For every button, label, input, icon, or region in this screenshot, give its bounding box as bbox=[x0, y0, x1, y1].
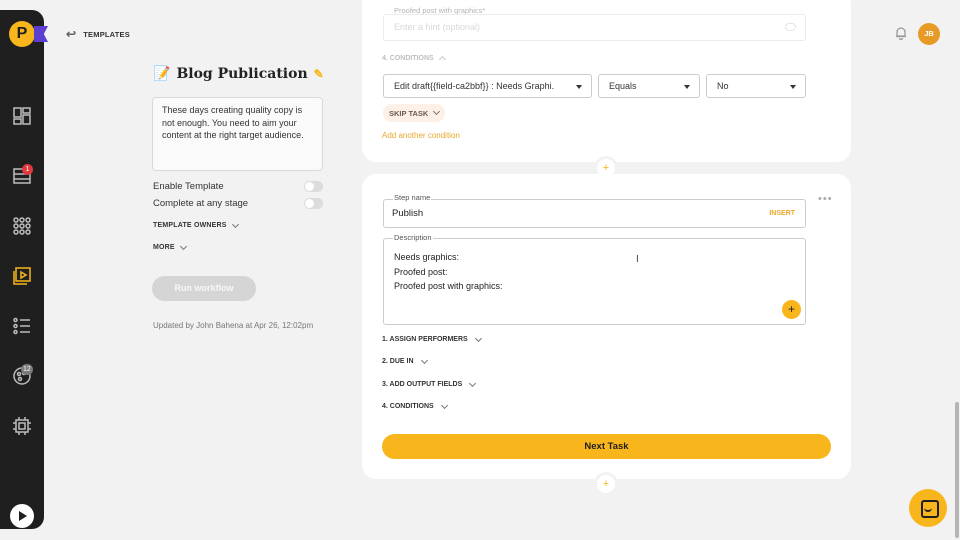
condition-operator-select[interactable]: Equals bbox=[598, 74, 700, 98]
step-name-label: Step name bbox=[393, 193, 432, 202]
template-owners-toggle[interactable]: TEMPLATE OWNERS bbox=[153, 220, 239, 229]
conditions-header[interactable]: 4. CONDITIONS bbox=[382, 54, 446, 64]
conditions-section[interactable]: 4. CONDITIONS bbox=[382, 401, 448, 410]
complete-any-stage-row: Complete at any stage bbox=[153, 198, 323, 209]
template-description-field[interactable]: These days creating quality copy is not … bbox=[152, 97, 323, 171]
assign-performers-section[interactable]: 1. ASSIGN PERFORMERS bbox=[382, 334, 482, 343]
updated-info: Updated by John Bahena at Apr 26, 12:02p… bbox=[153, 321, 314, 330]
templates-icon[interactable] bbox=[13, 267, 31, 285]
description-label: Description bbox=[393, 233, 433, 242]
chevron-up-icon bbox=[438, 55, 446, 64]
link-icon bbox=[785, 23, 796, 31]
description-line: Proofed post with graphics: bbox=[394, 281, 503, 291]
condition-field-select[interactable]: Edit draft{{field-ca2bbf}} : Needs Graph… bbox=[383, 74, 592, 98]
caret-down-icon bbox=[684, 85, 690, 89]
back-to-templates-link[interactable]: ↩ TEMPLATES bbox=[66, 27, 130, 41]
section-label: 2. DUE IN bbox=[382, 358, 414, 365]
condition-value-select[interactable]: No bbox=[706, 74, 806, 98]
back-label: TEMPLATES bbox=[83, 29, 130, 39]
play-icon[interactable] bbox=[10, 504, 34, 528]
hint-input[interactable]: Enter a hint (optional) bbox=[383, 14, 806, 41]
tasks-count-badge: 1 bbox=[22, 164, 33, 175]
enable-template-label: Enable Template bbox=[153, 181, 224, 192]
add-another-condition-link[interactable]: Add another condition bbox=[382, 131, 460, 140]
step-name-value: Publish bbox=[392, 208, 424, 219]
due-in-section[interactable]: 2. DUE IN bbox=[382, 356, 428, 365]
logo-flag-icon bbox=[34, 26, 48, 42]
checklist-icon[interactable] bbox=[13, 317, 31, 335]
back-arrow-icon: ↩ bbox=[66, 27, 77, 41]
description-line: Proofed post: bbox=[394, 266, 448, 277]
complete-any-stage-label: Complete at any stage bbox=[153, 198, 249, 209]
next-task-button[interactable]: Next Task bbox=[382, 434, 831, 459]
caret-down-icon bbox=[576, 85, 582, 89]
description-line: Needs graphics: bbox=[394, 252, 460, 262]
chevron-down-icon bbox=[474, 334, 482, 342]
chevron-down-icon bbox=[433, 107, 441, 116]
caret-down-icon bbox=[790, 85, 796, 89]
notifications-bell-icon[interactable] bbox=[894, 26, 908, 41]
integrations-chip-icon[interactable] bbox=[13, 417, 31, 435]
insert-field-plus-icon[interactable]: + bbox=[782, 300, 801, 319]
condition-field-value: Edit draft{{field-ca2bbf}} : Needs Graph… bbox=[394, 81, 555, 91]
text-cursor-icon: I bbox=[636, 254, 639, 265]
app-logo-icon[interactable]: P bbox=[9, 21, 35, 47]
chevron-down-icon bbox=[469, 379, 477, 387]
dashboard-icon[interactable] bbox=[13, 107, 31, 125]
skip-task-action[interactable]: SKIP TASK bbox=[383, 104, 446, 122]
chevron-down-icon bbox=[440, 401, 448, 409]
enable-template-row: Enable Template bbox=[153, 181, 323, 192]
insert-variable-button[interactable]: INSERT bbox=[769, 210, 795, 217]
step-name-input[interactable]: Publish INSERT bbox=[383, 199, 806, 228]
chevron-down-icon bbox=[420, 356, 428, 364]
edit-pencil-icon[interactable]: ✎ bbox=[314, 67, 324, 81]
page-scrollbar[interactable] bbox=[955, 402, 959, 538]
user-avatar[interactable]: JB bbox=[918, 23, 940, 45]
template-title-text: Blog Publication bbox=[176, 66, 308, 82]
workflows-grid-icon[interactable] bbox=[13, 217, 31, 235]
skip-task-label: SKIP TASK bbox=[389, 108, 429, 118]
more-toggle[interactable]: MORE bbox=[153, 242, 187, 251]
more-label: MORE bbox=[153, 244, 175, 251]
section-label: 1. ASSIGN PERFORMERS bbox=[382, 336, 468, 343]
conditions-header-label: 4. CONDITIONS bbox=[382, 54, 434, 62]
more-options-icon[interactable]: ••• bbox=[818, 193, 833, 205]
hint-placeholder: Enter a hint (optional) bbox=[394, 22, 481, 32]
complete-any-stage-toggle[interactable] bbox=[304, 198, 323, 209]
chevron-down-icon bbox=[231, 220, 239, 228]
chat-support-icon[interactable] bbox=[909, 489, 947, 527]
template-title[interactable]: 📝 Blog Publication ✎ bbox=[153, 66, 324, 82]
template-owners-label: TEMPLATE OWNERS bbox=[153, 222, 227, 229]
output-fields-section[interactable]: 3. ADD OUTPUT FIELDS bbox=[382, 379, 477, 388]
section-label: 4. CONDITIONS bbox=[382, 403, 434, 410]
chevron-down-icon bbox=[179, 242, 187, 250]
template-emoji: 📝 bbox=[153, 66, 171, 82]
add-step-plus-icon[interactable]: + bbox=[597, 475, 615, 493]
run-workflow-button[interactable]: Run workflow bbox=[152, 276, 256, 301]
section-label: 3. ADD OUTPUT FIELDS bbox=[382, 381, 463, 388]
condition-operator-value: Equals bbox=[609, 81, 637, 91]
left-nav-rail: P 1 12 bbox=[0, 10, 48, 529]
enable-template-toggle[interactable] bbox=[304, 181, 323, 192]
highlights-count-badge: 12 bbox=[21, 364, 33, 375]
condition-value-value: No bbox=[717, 81, 729, 91]
description-textarea[interactable]: Needs graphics: Proofed post: Proofed po… bbox=[383, 238, 806, 325]
